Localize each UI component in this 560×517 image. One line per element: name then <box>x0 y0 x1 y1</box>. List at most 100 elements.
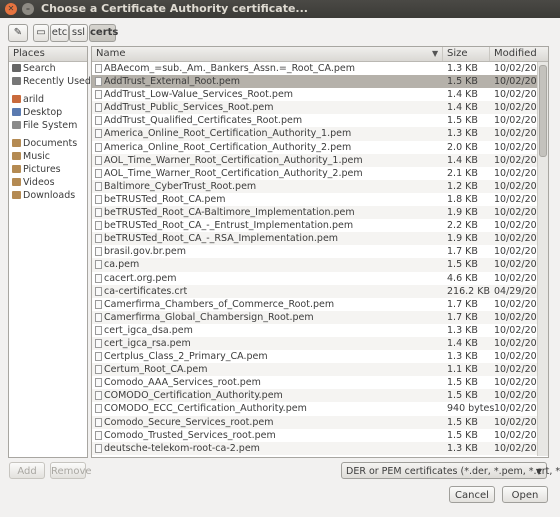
file-icon <box>95 208 102 218</box>
file-size: 1.9 KB <box>447 207 478 219</box>
sidebar-item-desktop[interactable]: Desktop <box>9 106 87 119</box>
file-size: 216.2 KB <box>447 285 490 297</box>
sidebar-item-downloads[interactable]: Downloads <box>9 189 87 202</box>
table-row[interactable]: COMODO_ECC_Certification_Authority.pem 94… <box>92 402 548 415</box>
table-row[interactable]: Comodo_Secure_Services_root.pem 1.5 KB 10/… <box>92 415 548 429</box>
sidebar-item-documents[interactable]: Documents <box>9 137 87 150</box>
table-row[interactable]: Baltimore_CyberTrust_Root.pem 1.2 KB 10/02… <box>92 179 548 193</box>
sidebar-item-videos[interactable]: Videos <box>9 176 87 189</box>
scrollbar-thumb[interactable] <box>539 65 547 157</box>
sidebar-item-label: Desktop <box>23 107 63 118</box>
file-size: 1.1 KB <box>447 364 478 376</box>
file-icon <box>95 168 102 178</box>
table-row[interactable]: beTRUSTed_Root_CA_-_RSA_Implementation.p… <box>92 232 548 246</box>
sidebar-item-label: Pictures <box>23 164 61 175</box>
table-row[interactable]: AddTrust_Low-Value_Services_Root.pem 1.4 … <box>92 88 548 101</box>
table-row[interactable]: deutsche-telekom-root-ca-2.pem 1.3 KB 10/0… <box>92 441 548 455</box>
column-modified[interactable]: Modified <box>490 47 548 61</box>
file-icon <box>95 247 102 257</box>
file-icon <box>95 338 102 348</box>
path-segment-etc[interactable]: etc <box>50 24 69 42</box>
file-name: Camerfirma_Global_Chambersign_Root.pem <box>104 311 314 323</box>
table-row[interactable]: beTRUSTed_Root_CA_-_Entrust_Implementati… <box>92 219 548 232</box>
table-row[interactable]: Camerfirma_Chambers_of_Commerce_Root.pem… <box>92 298 548 311</box>
file-name: beTRUSTed_Root_CA_-_Entrust_Implementati… <box>104 220 354 232</box>
file-name: Comodo_AAA_Services_root.pem <box>104 377 261 389</box>
table-row[interactable]: cert_igca_dsa.pem 1.3 KB 10/02/2009 <box>92 324 548 337</box>
sidebar-item-label: File System <box>23 120 78 131</box>
table-row[interactable]: Certum_Root_CA.pem 1.1 KB 10/02/2009 <box>92 363 548 377</box>
file-icon <box>95 77 102 87</box>
open-button[interactable]: Open <box>502 486 548 503</box>
file-list: Name ▼ Size Modified ABAecom_=sub._Am._B… <box>91 46 549 458</box>
table-row[interactable]: Comodo_Trusted_Services_root.pem 1.5 KB 10… <box>92 429 548 442</box>
file-name: Comodo_Trusted_Services_root.pem <box>104 429 276 441</box>
table-row[interactable]: COMODO_Certification_Authority.pem 1.5 KB… <box>92 389 548 403</box>
vertical-scrollbar[interactable] <box>537 62 548 456</box>
path-segment-certs[interactable]: certs <box>89 24 118 42</box>
file-icon <box>95 155 102 165</box>
file-size: 4.6 KB <box>447 272 478 284</box>
title-bar: ✕ – Choose a Certificate Authority certi… <box>0 0 560 18</box>
table-row[interactable]: brasil.gov.br.pem 1.7 KB 10/02/2009 <box>92 245 548 258</box>
minimize-icon[interactable]: – <box>22 3 34 15</box>
file-size: 1.3 KB <box>447 324 478 336</box>
file-size: 1.7 KB <box>447 246 478 258</box>
table-row[interactable]: ca.pem 1.5 KB 10/02/2009 <box>92 258 548 272</box>
file-name: beTRUSTed_Root_CA.pem <box>104 193 226 205</box>
file-size: 1.5 KB <box>447 115 478 127</box>
sidebar-item-recently-used[interactable]: Recently Used <box>9 75 91 88</box>
file-size: 1.5 KB <box>447 76 478 88</box>
table-row[interactable]: AOL_Time_Warner_Root_Certification_Autho… <box>92 167 548 180</box>
file-name: ca-certificates.crt <box>104 285 188 297</box>
table-row[interactable]: AddTrust_Qualified_Certificates_Root.pem… <box>92 114 548 127</box>
file-size: 1.7 KB <box>447 298 478 310</box>
table-row[interactable]: ca-certificates.crt 216.2 KB 04/29/2010 <box>92 284 548 298</box>
sidebar-item-label: Videos <box>23 177 55 188</box>
file-size: 1.9 KB <box>447 233 478 245</box>
file-icon <box>95 90 102 100</box>
sidebar-item-file-system[interactable]: File System <box>9 119 87 132</box>
sidebar-item-arild[interactable]: arild <box>9 93 87 106</box>
table-row[interactable]: beTRUSTed_Root_CA.pem 1.8 KB 10/02/2009 <box>92 193 548 206</box>
table-row[interactable]: America_Online_Root_Certification_Author… <box>92 141 548 154</box>
sidebar-item-music[interactable]: Music <box>9 150 87 163</box>
table-row[interactable]: beTRUSTed_Root_CA-Baltimore_Implementati… <box>92 206 548 220</box>
table-row[interactable]: AddTrust_Public_Services_Root.pem 1.4 KB 1… <box>92 101 548 115</box>
column-size[interactable]: Size <box>443 47 490 61</box>
table-row[interactable]: Comodo_AAA_Services_root.pem 1.5 KB 10/02/… <box>92 376 548 389</box>
pencil-icon[interactable]: ✎ <box>8 24 28 42</box>
file-icon <box>95 142 102 152</box>
hard-drive-icon[interactable]: ▭ <box>33 24 49 42</box>
clock-icon <box>12 77 21 85</box>
file-name: beTRUSTed_Root_CA-Baltimore_Implementati… <box>104 207 355 219</box>
path-segment-ssl[interactable]: ssl <box>69 24 88 42</box>
table-row[interactable]: AOL_Time_Warner_Root_Certification_Autho… <box>92 153 548 167</box>
file-name: Certum_Root_CA.pem <box>104 364 208 376</box>
file-icon <box>95 417 102 427</box>
file-name: AOL_Time_Warner_Root_Certification_Autho… <box>104 167 363 179</box>
column-name[interactable]: Name <box>92 47 443 61</box>
file-name: ca.pem <box>104 259 140 271</box>
file-size: 1.3 KB <box>447 442 478 454</box>
table-row[interactable]: ABAecom_=sub._Am._Bankers_Assn.=_Root_CA… <box>92 62 548 75</box>
file-icon <box>95 378 102 388</box>
table-row[interactable]: America_Online_Root_Certification_Author… <box>92 127 548 141</box>
cancel-button[interactable]: Cancel <box>449 486 495 503</box>
remove-button[interactable]: Remove <box>50 462 92 479</box>
file-type-filter[interactable]: DER or PEM certificates (*.der, *.pem, *… <box>341 462 560 479</box>
file-size: 1.4 KB <box>447 154 478 166</box>
sidebar-item-search[interactable]: Search <box>9 62 87 75</box>
table-row[interactable]: cacert.org.pem 4.6 KB 10/02/2009 <box>92 272 548 285</box>
table-row[interactable]: cert_igca_rsa.pem 1.4 KB 10/02/2009 <box>92 336 548 351</box>
table-row[interactable]: Camerfirma_Global_Chambersign_Root.pem 1.… <box>92 310 548 324</box>
add-button[interactable]: Add <box>9 462 45 479</box>
file-icon <box>95 299 102 309</box>
file-icon <box>95 103 102 113</box>
sidebar-item-label: Downloads <box>23 190 76 201</box>
sidebar-item-pictures[interactable]: Pictures <box>9 163 87 176</box>
table-row[interactable]: AddTrust_External_Root.pem 1.5 KB 10/02/20… <box>92 75 548 89</box>
file-size: 1.3 KB <box>447 128 478 140</box>
table-row[interactable]: Certplus_Class_2_Primary_CA.pem 1.3 KB 10/… <box>92 350 548 363</box>
close-icon[interactable]: ✕ <box>5 3 17 15</box>
